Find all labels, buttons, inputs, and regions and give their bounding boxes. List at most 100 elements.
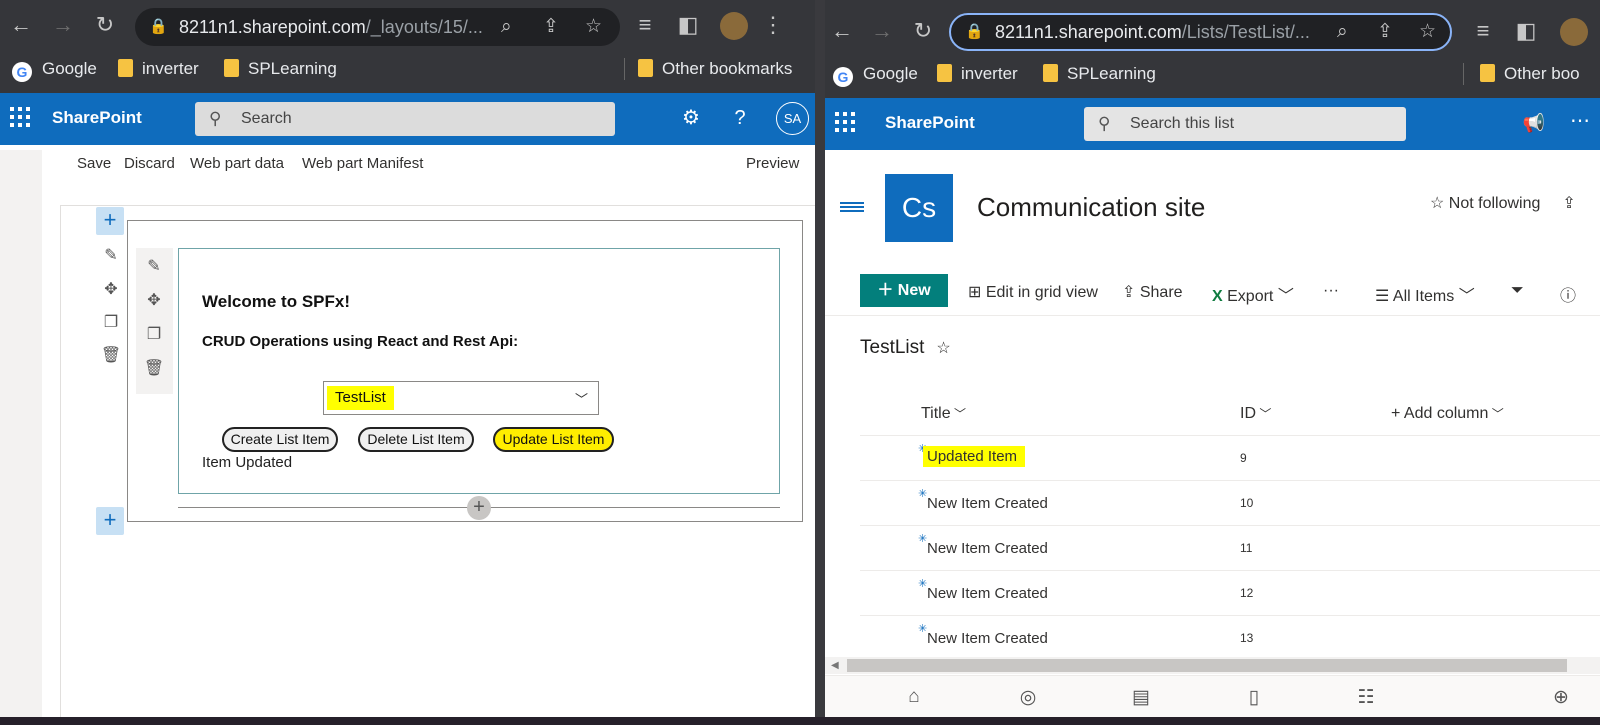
- share-page-icon[interactable]: ⇪: [1377, 15, 1393, 49]
- row-title[interactable]: New Item Created: [927, 585, 1048, 602]
- new-item-icon: ✳: [918, 578, 928, 590]
- delete-webpart-icon[interactable]: 🗑: [143, 358, 165, 378]
- sidepanel-icon[interactable]: ◧: [1513, 20, 1539, 42]
- sidepanel-icon[interactable]: ◧: [675, 14, 701, 36]
- list-row[interactable]: ✳ New Item Created 11: [860, 526, 1600, 571]
- webpart-data-button[interactable]: Web part data: [190, 155, 284, 172]
- list-dropdown[interactable]: TestList ﹀: [323, 381, 599, 415]
- delete-list-item-button[interactable]: Delete List Item: [358, 427, 474, 452]
- app-bar: ⌂ ◎ ▤ ▯ ☷ ⊕: [825, 675, 1600, 717]
- create-list-item-button[interactable]: Create List Item: [222, 427, 338, 452]
- more-icon[interactable]: ⋯: [1567, 110, 1593, 132]
- forward-icon[interactable]: →: [869, 20, 895, 42]
- list-row[interactable]: ✳ New Item Created 12: [860, 571, 1600, 616]
- profile-avatar[interactable]: [1560, 18, 1588, 46]
- share-button[interactable]: ⇪ Share: [1122, 282, 1183, 302]
- settings-icon[interactable]: ⚙: [678, 107, 704, 129]
- add-section-bottom-button[interactable]: +: [96, 507, 124, 535]
- list-row[interactable]: ✳ New Item Created 13: [860, 616, 1600, 661]
- new-button[interactable]: ＋ New: [860, 274, 948, 307]
- bookmark-google[interactable]: G Google: [12, 56, 97, 82]
- bookmark-inverter[interactable]: inverter: [937, 61, 1018, 87]
- bookmark-inverter[interactable]: inverter: [118, 56, 199, 82]
- edit-section-icon[interactable]: ✎: [100, 245, 122, 265]
- star-icon[interactable]: ☆: [585, 8, 602, 46]
- site-logo[interactable]: Cs: [885, 174, 953, 242]
- column-header-id[interactable]: ID ﹀: [1240, 405, 1271, 423]
- edit-grid-button[interactable]: ⊞ Edit in grid view: [968, 282, 1098, 302]
- star-icon[interactable]: ☆: [1419, 15, 1436, 49]
- address-bar[interactable]: 🔒 8211n1.sharepoint.com/Lists/TestList/.…: [949, 13, 1452, 51]
- list-row[interactable]: ✳ New Item Created 10: [860, 481, 1600, 526]
- megaphone-icon[interactable]: 📢: [1521, 112, 1547, 134]
- update-list-item-button[interactable]: Update List Item: [493, 427, 614, 452]
- preview-button[interactable]: Preview: [746, 155, 799, 172]
- bookmark-other[interactable]: Other boo: [1480, 61, 1580, 87]
- webpart-manifest-button[interactable]: Web part Manifest: [302, 155, 423, 172]
- bookmark-other[interactable]: Other bookmarks: [638, 56, 792, 82]
- back-icon[interactable]: ←: [829, 20, 855, 42]
- add-webpart-icon[interactable]: +: [467, 496, 491, 520]
- app-launcher-icon[interactable]: [835, 112, 855, 132]
- address-bar[interactable]: 🔒 8211n1.sharepoint.com/_layouts/15/... …: [135, 8, 620, 46]
- bookmark-google[interactable]: G Google: [833, 61, 918, 87]
- discard-button[interactable]: Discard: [124, 155, 175, 172]
- filter-icon[interactable]: ⏷: [1511, 282, 1524, 300]
- view-selector[interactable]: ☰ All Items ﹀: [1375, 282, 1475, 306]
- save-button[interactable]: Save: [77, 155, 111, 172]
- more-commands-button[interactable]: ···: [1323, 282, 1339, 300]
- search-box[interactable]: ⚲ Search this list: [1084, 107, 1406, 141]
- delete-section-icon[interactable]: 🗑: [100, 345, 122, 365]
- edit-webpart-icon[interactable]: ✎: [143, 256, 165, 276]
- move-webpart-icon[interactable]: ✥: [143, 290, 165, 310]
- column-header-title[interactable]: Title ﹀: [921, 405, 966, 423]
- export-button[interactable]: X Export ﹀: [1212, 282, 1294, 306]
- bookmark-splearning[interactable]: SPLearning: [224, 56, 337, 82]
- sharepoint-brand[interactable]: SharePoint: [885, 113, 975, 133]
- news-icon[interactable]: ▤: [1128, 686, 1154, 709]
- globe-icon[interactable]: ◎: [1015, 686, 1041, 709]
- app-launcher-icon[interactable]: [10, 107, 30, 127]
- list-row[interactable]: ✳Updated Item9: [860, 436, 1600, 481]
- favorite-star-icon[interactable]: ☆: [936, 340, 950, 357]
- media-icon[interactable]: ≡: [632, 14, 658, 36]
- bookmark-splearning[interactable]: SPLearning: [1043, 61, 1156, 87]
- lists-icon[interactable]: ☷: [1353, 686, 1379, 709]
- profile-avatar[interactable]: [720, 12, 748, 40]
- list-view-icon: ☰: [1375, 288, 1393, 305]
- horizontal-scrollbar[interactable]: ◀: [825, 657, 1600, 674]
- move-section-icon[interactable]: ✥: [100, 279, 122, 299]
- row-title[interactable]: Updated Item: [923, 446, 1026, 467]
- help-icon[interactable]: ?: [727, 107, 753, 129]
- nav-menu-icon[interactable]: [840, 202, 864, 212]
- row-title[interactable]: New Item Created: [927, 630, 1048, 647]
- home-icon[interactable]: ⌂: [901, 686, 927, 708]
- duplicate-section-icon[interactable]: ❐: [100, 312, 122, 332]
- info-icon[interactable]: ⓘ: [1560, 282, 1576, 306]
- forward-icon[interactable]: →: [50, 14, 76, 36]
- user-avatar[interactable]: SA: [776, 102, 809, 135]
- zoom-icon[interactable]: ⌕: [1337, 15, 1348, 49]
- create-icon[interactable]: ⊕: [1548, 686, 1574, 709]
- sharepoint-brand[interactable]: SharePoint: [52, 108, 142, 128]
- row-title[interactable]: New Item Created: [927, 540, 1048, 557]
- add-column-button[interactable]: + Add column ﹀: [1391, 405, 1504, 423]
- search-box[interactable]: ⚲ Search: [195, 102, 615, 136]
- site-title[interactable]: Communication site: [977, 192, 1205, 223]
- zoom-icon[interactable]: ⌕: [501, 8, 512, 46]
- scrollbar-thumb[interactable]: [847, 659, 1567, 672]
- row-title[interactable]: New Item Created: [927, 495, 1048, 512]
- share-page-icon[interactable]: ⇪: [543, 8, 559, 46]
- follow-button[interactable]: ☆ Not following ⇪: [1430, 193, 1576, 213]
- scroll-left-icon[interactable]: ◀: [831, 657, 839, 674]
- bookmark-separator: [1463, 63, 1464, 85]
- duplicate-webpart-icon[interactable]: ❐: [143, 324, 165, 344]
- share-site-icon[interactable]: ⇪: [1562, 195, 1575, 212]
- add-section-top-button[interactable]: +: [96, 207, 124, 235]
- document-icon[interactable]: ▯: [1241, 686, 1267, 709]
- media-icon[interactable]: ≡: [1470, 20, 1496, 42]
- back-icon[interactable]: ←: [8, 14, 34, 36]
- reload-icon[interactable]: ↻: [910, 20, 936, 42]
- reload-icon[interactable]: ↻: [92, 14, 118, 36]
- menu-kebab-icon[interactable]: ⋮: [760, 14, 786, 36]
